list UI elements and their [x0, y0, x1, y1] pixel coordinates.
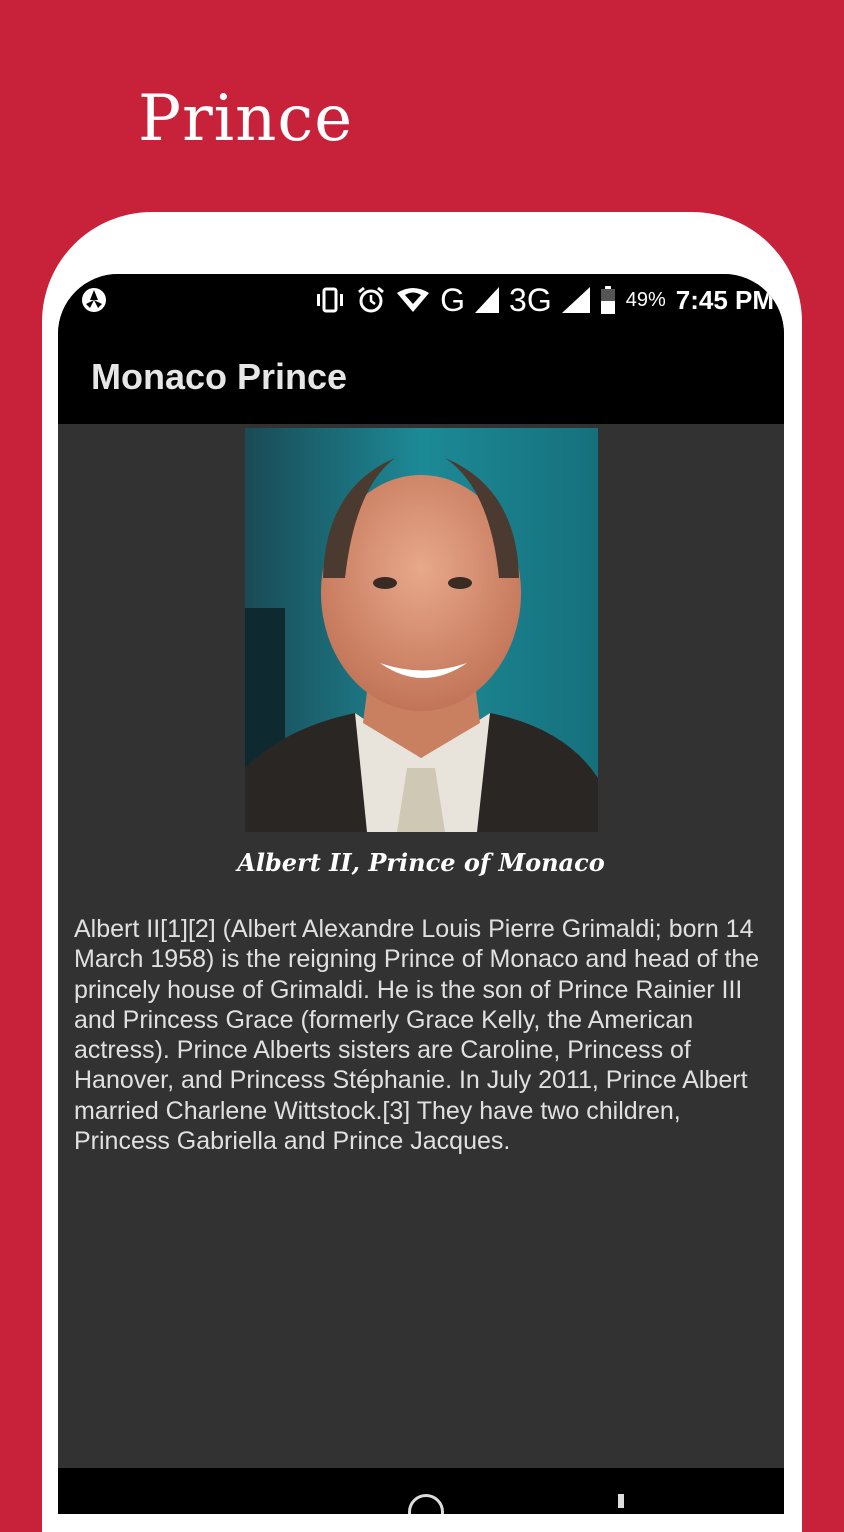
signal-icon	[475, 287, 500, 313]
camera-aperture-icon	[82, 288, 106, 312]
wifi-icon	[397, 288, 430, 312]
home-button[interactable]	[408, 1494, 444, 1514]
network-type-2: 3G	[509, 281, 552, 318]
portrait-caption: Albert II, Prince of Monaco	[237, 848, 605, 877]
app-bar: Monaco Prince	[58, 326, 784, 424]
back-button[interactable]	[618, 1494, 624, 1508]
navigation-bar	[58, 1468, 784, 1514]
biography-text: Albert II[1][2] (Albert Alexandre Louis …	[74, 915, 760, 1156]
status-bar: G 3G 49% 7:45 PM	[58, 274, 784, 326]
vibrate-icon	[317, 287, 344, 313]
signal-icon	[561, 287, 590, 313]
battery-icon	[600, 286, 615, 314]
prince-portrait-image	[245, 428, 598, 832]
alarm-icon	[358, 286, 385, 313]
battery-percent: 49%	[625, 288, 666, 311]
phone-screen: G 3G 49% 7:45 PM Monaco Prince Albert II…	[58, 274, 784, 1514]
promo-title: Prince	[138, 82, 354, 156]
status-icons: G 3G 49% 7:45 PM	[314, 282, 774, 318]
clock: 7:45 PM	[675, 284, 774, 315]
network-type-1: G	[440, 281, 466, 318]
app-title: Monaco Prince	[91, 356, 348, 397]
